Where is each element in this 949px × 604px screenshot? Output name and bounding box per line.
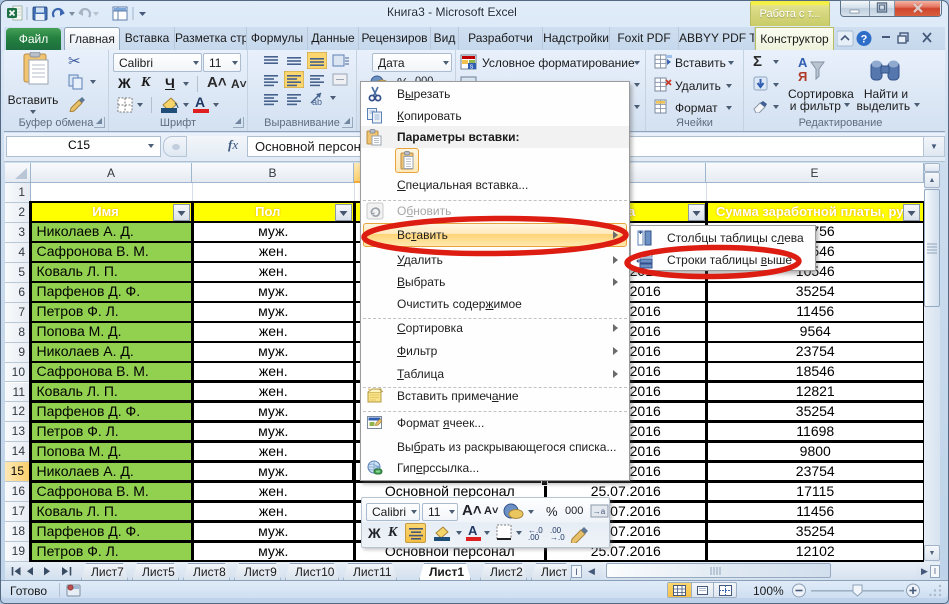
svg-text:ab: ab bbox=[312, 97, 322, 107]
svg-text:?: ? bbox=[861, 34, 868, 46]
svg-text:А: А bbox=[798, 55, 808, 70]
svg-text:s: s bbox=[470, 64, 474, 71]
svg-text:.00: .00 bbox=[528, 533, 540, 541]
svg-text:→.0: →.0 bbox=[550, 533, 565, 541]
svg-text:Я: Я bbox=[798, 69, 807, 84]
svg-text:→a: →a bbox=[593, 507, 606, 516]
